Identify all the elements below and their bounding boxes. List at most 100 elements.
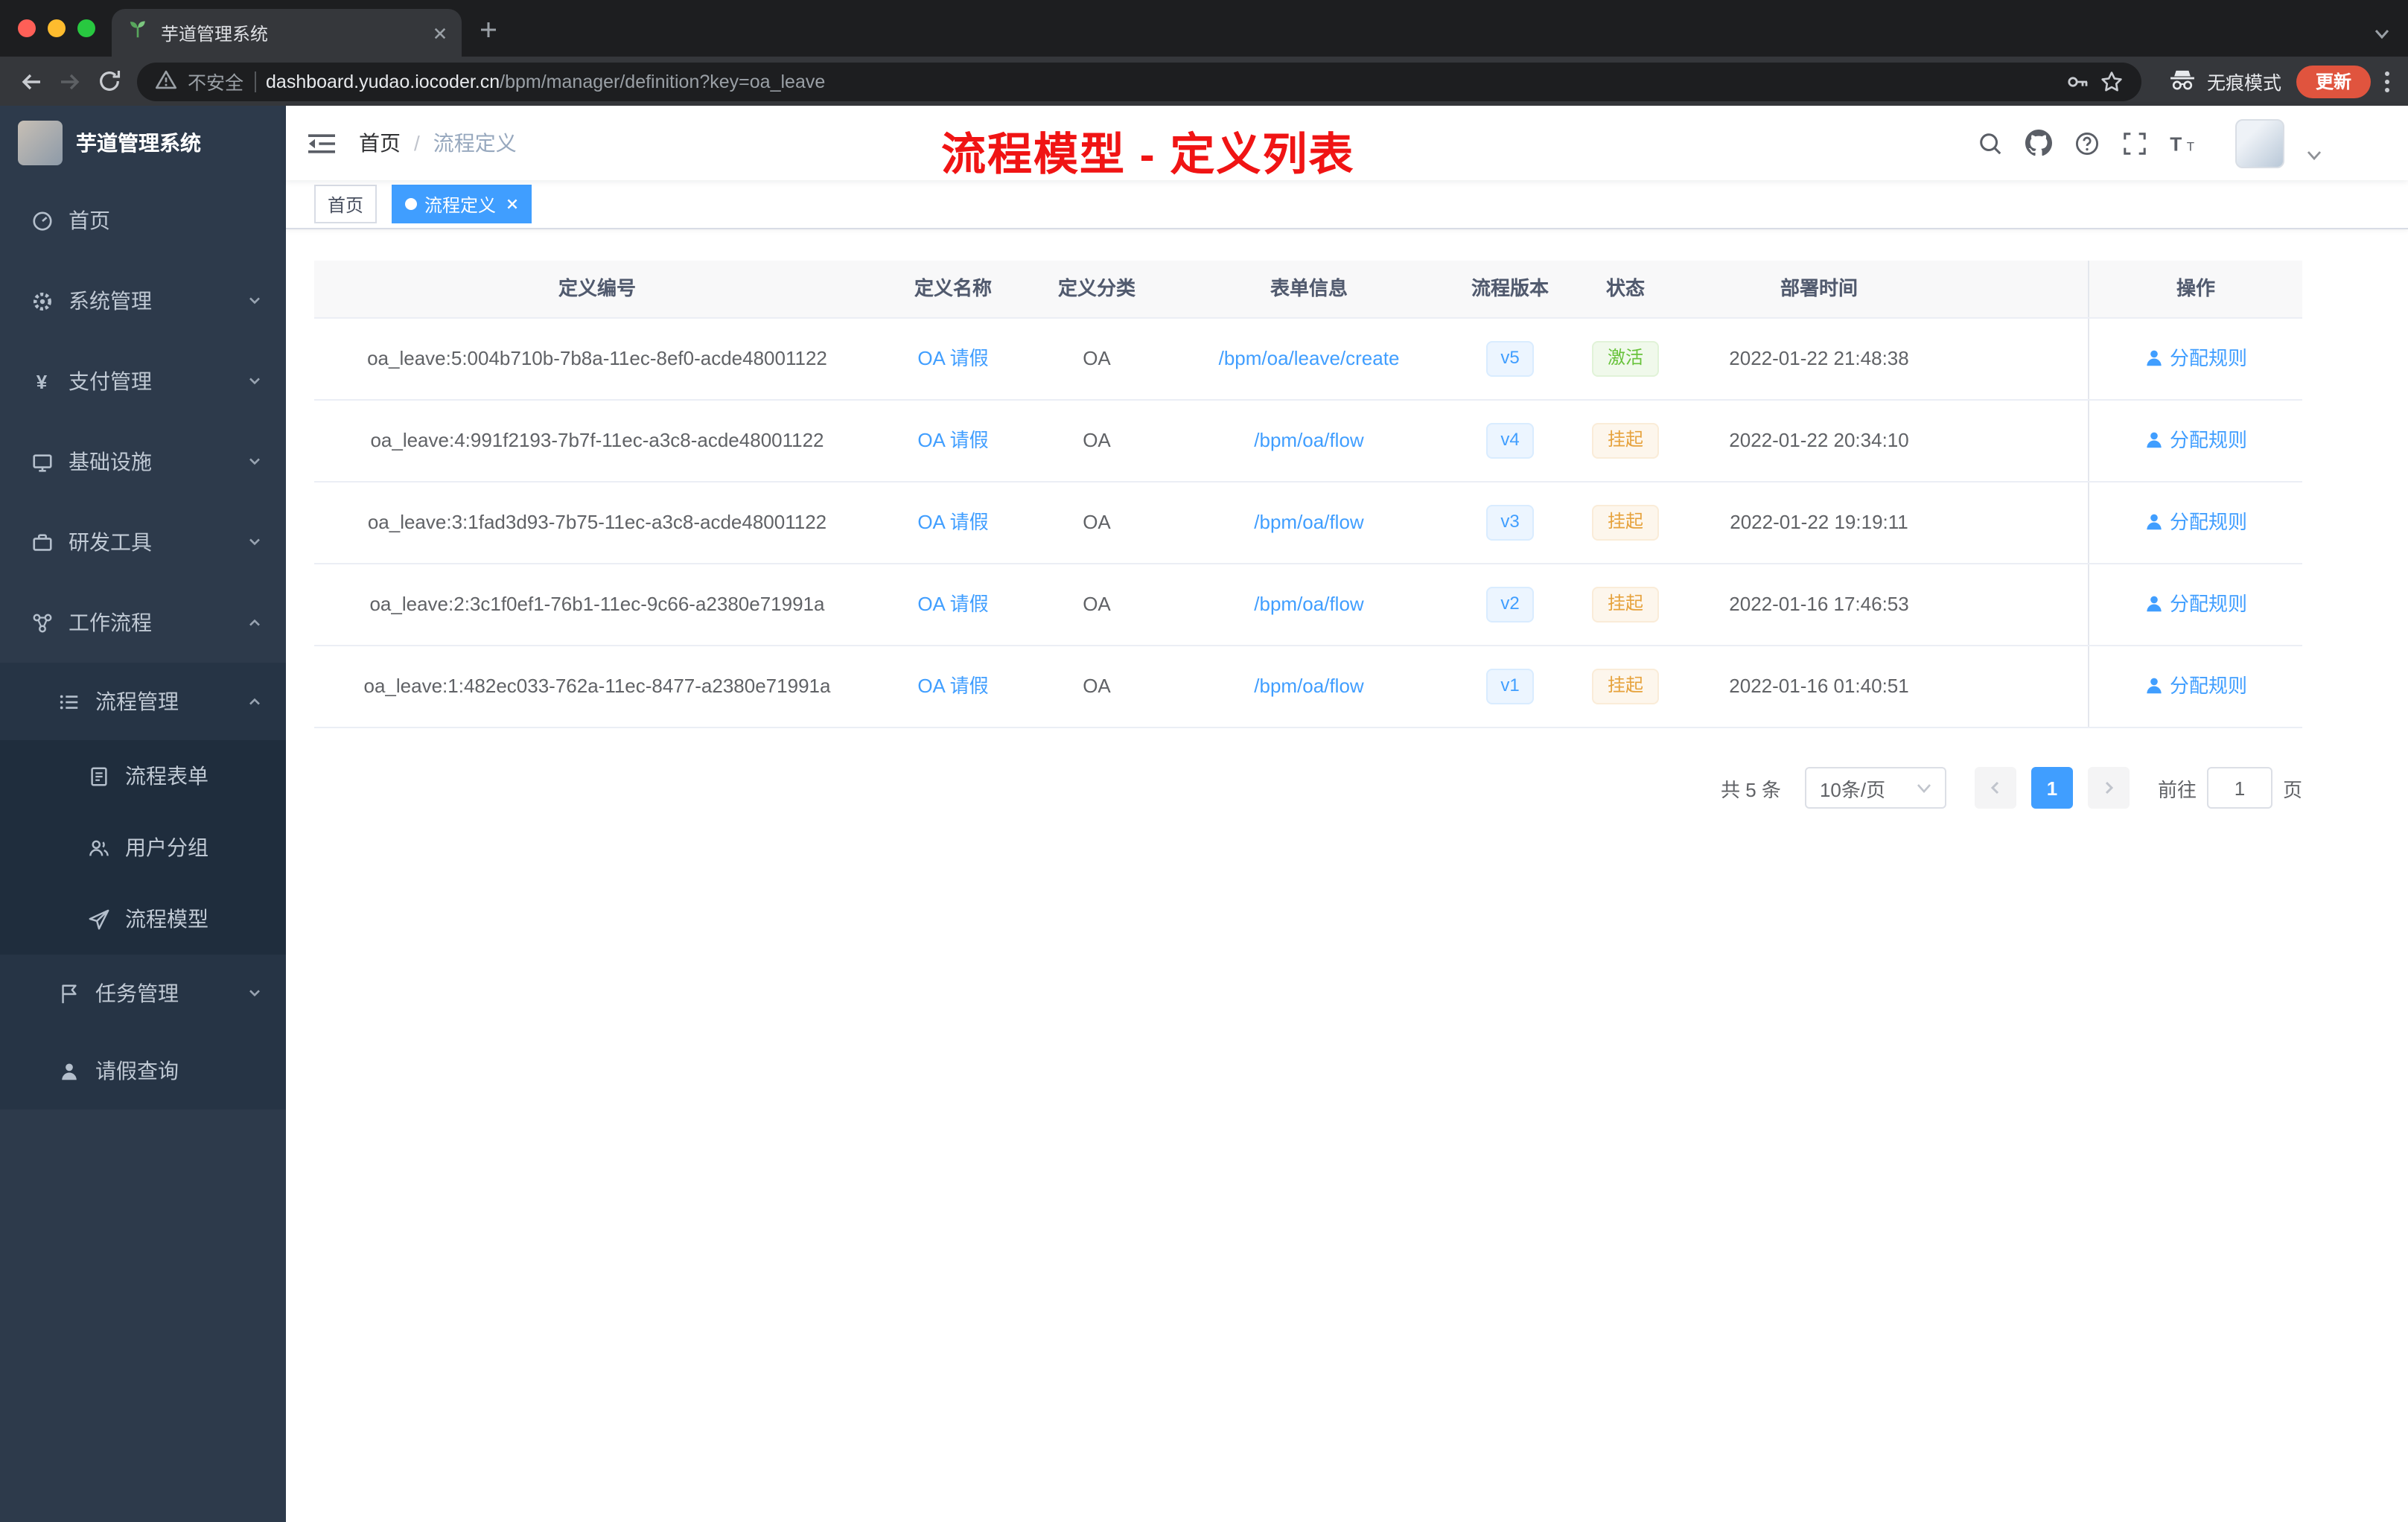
status-badge: 挂起: [1592, 423, 1658, 459]
form-link[interactable]: /bpm/oa/leave/create: [1219, 346, 1400, 372]
forward-icon[interactable]: [51, 62, 89, 101]
definition-category: OA: [1083, 346, 1111, 369]
page-number-button[interactable]: 1: [2030, 767, 2073, 809]
back-icon[interactable]: [12, 62, 51, 101]
breadcrumb-current: 流程定义: [433, 131, 517, 155]
sidebar-item-leave-query[interactable]: 请假查询: [0, 1032, 286, 1109]
deploy-time: 2022-01-22 20:34:10: [1729, 428, 1909, 451]
prev-page-button[interactable]: [1974, 767, 2016, 809]
security-warning-icon[interactable]: [155, 68, 177, 95]
update-button[interactable]: 更新: [2296, 65, 2371, 98]
window-controls: [18, 19, 95, 37]
tag-label: 流程定义: [424, 194, 497, 215]
definition-name-link[interactable]: OA 请假: [917, 674, 988, 699]
sidebar-item-process-form[interactable]: 流程表单: [0, 740, 286, 812]
status-badge: 挂起: [1592, 505, 1658, 541]
assign-rule-link[interactable]: 分配规则: [2144, 428, 2247, 453]
page-size-select[interactable]: 10条/页: [1804, 767, 1946, 809]
select-caret-down-icon: [1917, 783, 1931, 793]
definition-name-link[interactable]: OA 请假: [917, 428, 988, 453]
definition-id: oa_leave:1:482ec033-762a-11ec-8477-a2380…: [363, 674, 831, 697]
sidebar-item-system[interactable]: 系统管理: [0, 261, 286, 341]
sidebar-item-payment[interactable]: ¥ 支付管理: [0, 341, 286, 421]
tab-search-chevron-icon[interactable]: [2374, 21, 2390, 48]
bookmark-star-icon[interactable]: [2100, 69, 2124, 93]
minimize-window-button[interactable]: [48, 19, 66, 37]
sidebar-item-task-management[interactable]: 任务管理: [0, 955, 286, 1032]
fullscreen-icon[interactable]: [2122, 130, 2147, 156]
update-label: 更新: [2315, 71, 2351, 92]
chevron-up-icon: [247, 694, 262, 709]
tag-process-definition[interactable]: 流程定义: [392, 185, 532, 223]
sidebar-item-process-management[interactable]: 流程管理: [0, 663, 286, 740]
sidebar-item-workflow[interactable]: 工作流程: [0, 582, 286, 663]
flag-icon: [57, 982, 80, 1004]
table-row: oa_leave:2:3c1f0ef1-76b1-11ec-9c66-a2380…: [314, 564, 2302, 646]
paper-plane-icon: [86, 908, 110, 930]
browser-tab[interactable]: 芋道管理系统: [112, 9, 462, 57]
assign-rule-link[interactable]: 分配规则: [2144, 674, 2247, 699]
header-actions: TT: [1978, 118, 2322, 168]
breadcrumb-home[interactable]: 首页: [359, 128, 401, 158]
sidebar-logo[interactable]: 芋道管理系统: [0, 106, 286, 180]
table-row: oa_leave:1:482ec033-762a-11ec-8477-a2380…: [314, 646, 2302, 728]
svg-text:T: T: [2187, 138, 2194, 153]
row-filler: [1957, 646, 2088, 727]
sidebar-item-label: 基础设施: [69, 450, 152, 474]
reload-icon[interactable]: [89, 62, 128, 101]
goto-page-input[interactable]: [2206, 767, 2272, 809]
close-window-button[interactable]: [18, 19, 36, 37]
column-header: 定义分类: [1057, 276, 1135, 299]
person-icon: [2147, 433, 2162, 449]
definition-category: OA: [1083, 674, 1111, 697]
url-text[interactable]: dashboard.yudao.iocoder.cn/bpm/manager/d…: [266, 71, 825, 92]
assign-rule-link[interactable]: 分配规则: [2144, 346, 2247, 372]
sidebar-item-process-model[interactable]: 流程模型: [0, 883, 286, 955]
gear-icon: [30, 290, 54, 312]
form-link[interactable]: /bpm/oa/flow: [1254, 510, 1363, 535]
sidebar-item-label: 系统管理: [69, 289, 152, 313]
sidebar-item-devtools[interactable]: 研发工具: [0, 502, 286, 582]
security-label: 不安全: [188, 73, 244, 94]
help-icon[interactable]: [2074, 130, 2100, 156]
form-link[interactable]: /bpm/oa/flow: [1254, 674, 1363, 699]
assign-rule-link[interactable]: 分配规则: [2144, 592, 2247, 617]
definition-id: oa_leave:2:3c1f0ef1-76b1-11ec-9c66-a2380…: [369, 592, 825, 615]
form-link[interactable]: /bpm/oa/flow: [1254, 592, 1363, 617]
search-icon[interactable]: [1978, 130, 2003, 156]
definition-name-link[interactable]: OA 请假: [917, 592, 988, 617]
font-size-icon[interactable]: TT: [2170, 132, 2198, 154]
sidebar-item-label: 研发工具: [69, 530, 152, 554]
tag-home[interactable]: 首页: [314, 185, 378, 223]
app-window: 芋道管理系统 首页 系统管理 ¥ 支付管理 基础设施 研发工具 工作流程 流程管…: [0, 106, 2408, 1522]
tag-close-icon[interactable]: [506, 198, 518, 210]
tab-close-icon[interactable]: [433, 26, 447, 39]
url-bar[interactable]: 不安全 dashboard.yudao.iocoder.cn/bpm/manag…: [137, 62, 2141, 101]
zoom-window-button[interactable]: [77, 19, 95, 37]
column-header: 定义编号: [558, 276, 636, 299]
status-badge: 激活: [1592, 341, 1658, 377]
browser-menu-icon[interactable]: [2384, 69, 2390, 93]
version-badge: v1: [1485, 669, 1535, 704]
password-key-icon[interactable]: [2065, 69, 2089, 93]
new-tab-button[interactable]: [480, 19, 497, 46]
sidebar-item-user-group[interactable]: 用户分组: [0, 812, 286, 883]
github-icon[interactable]: [2025, 130, 2052, 156]
breadcrumb: 首页 / 流程定义: [359, 128, 517, 158]
sidebar-item-label: 工作流程: [69, 611, 152, 634]
user-avatar[interactable]: [2235, 118, 2284, 168]
assign-rule-link[interactable]: 分配规则: [2144, 510, 2247, 535]
chevron-down-icon: [247, 986, 262, 1001]
avatar-caret-down-icon[interactable]: [2307, 150, 2322, 160]
table-header-row: 定义编号 定义名称 定义分类 表单信息 流程版本 状态 部署时间 操作: [314, 261, 2302, 319]
form-link[interactable]: /bpm/oa/flow: [1254, 428, 1363, 453]
hamburger-icon[interactable]: [308, 132, 335, 154]
sidebar-item-label: 流程模型: [125, 907, 208, 931]
deploy-time: 2022-01-22 19:19:11: [1730, 510, 1908, 533]
next-page-button[interactable]: [2087, 767, 2130, 809]
chevron-down-icon: [247, 374, 262, 389]
sidebar-item-infrastructure[interactable]: 基础设施: [0, 421, 286, 502]
sidebar-item-home[interactable]: 首页: [0, 180, 286, 261]
definition-name-link[interactable]: OA 请假: [917, 510, 988, 535]
definition-name-link[interactable]: OA 请假: [917, 346, 988, 372]
